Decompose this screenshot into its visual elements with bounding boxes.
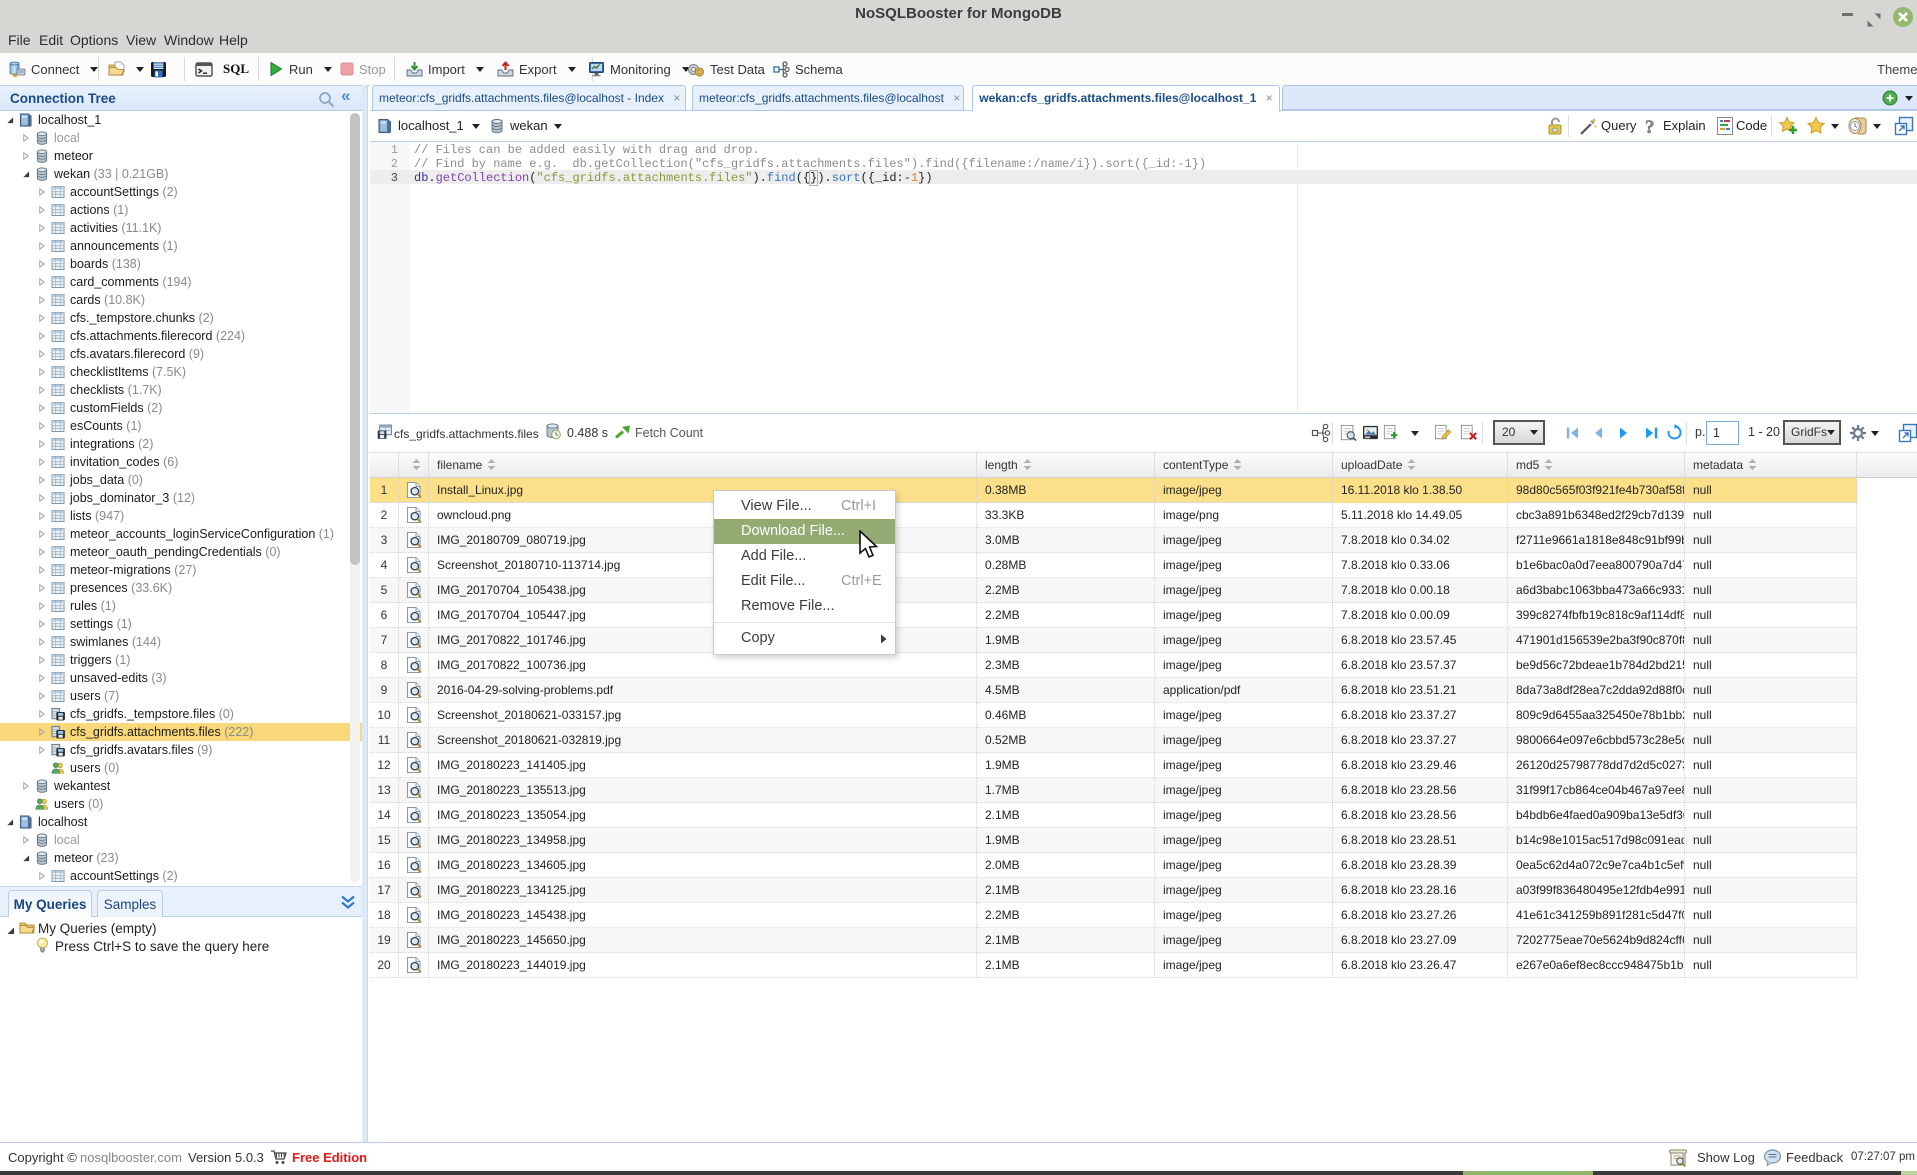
svg-text:?: ? bbox=[1645, 117, 1655, 137]
